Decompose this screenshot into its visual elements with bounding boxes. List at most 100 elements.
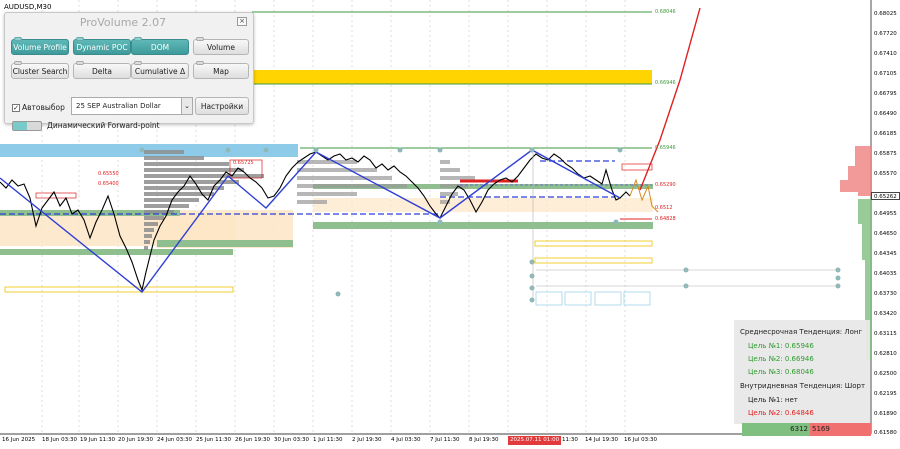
time-tick: 7 Jul 11:30: [430, 437, 460, 443]
delta-label: Delta: [91, 67, 112, 76]
price-tick: 0.67720: [874, 31, 897, 37]
dynamic-poc-label: Dynamic POC: [76, 43, 128, 52]
level-label-l7: 0.65290: [655, 182, 676, 188]
medium-target-1: Цель №1: 0.65946: [748, 342, 814, 350]
green-zone-2: [0, 249, 233, 255]
dom-label: DOM: [150, 43, 170, 52]
time-tick: 4 Jul 03:30: [391, 437, 421, 443]
close-icon[interactable]: ×: [237, 17, 247, 26]
price-tick: 0.65875: [874, 151, 897, 157]
cluster-search-button[interactable]: Cluster Search: [11, 61, 69, 79]
chart-symbol: AUDUSD,M30: [4, 3, 52, 11]
sell-volume-bar: 5169: [810, 423, 871, 436]
volume-button[interactable]: Volume: [193, 37, 249, 55]
intraday-target-1: Цель №1: нет: [748, 396, 798, 404]
price-tick: 0.68025: [874, 11, 897, 17]
time-crosshair-label: 2025.07.11 01:00: [508, 436, 562, 445]
level-label-l2: 0.66946: [655, 80, 676, 86]
price-tick: 0.62195: [874, 391, 897, 397]
yellow-zone: [252, 70, 652, 84]
toggle-knob-icon: [134, 37, 142, 41]
time-tick: 19 Jun 11:30: [80, 437, 115, 443]
level-label-l1: 0.68046: [655, 9, 676, 15]
level-label-l9: 0.6512: [655, 205, 673, 211]
time-tick: 20 Jun 19:30: [118, 437, 153, 443]
volume-label: Volume: [207, 43, 235, 52]
chevron-down-icon: ⌄: [181, 98, 192, 114]
price-tick: 0.63420: [874, 311, 897, 317]
price-tick: 0.62500: [874, 371, 897, 377]
level-label-l3: 0.65946: [655, 145, 676, 151]
current-price-tag: 0.65262: [871, 192, 900, 200]
toggle-knob-icon: [14, 61, 22, 65]
time-tick: 16 Jul 03:30: [624, 437, 657, 443]
price-tick: 0.66490: [874, 111, 897, 117]
delta-button[interactable]: Delta: [73, 61, 131, 79]
intraday-target-2: Цель №2: 0.64846: [748, 409, 814, 417]
price-tick: 0.63115: [874, 331, 897, 337]
time-tick: 14 Jul 19:30: [585, 437, 618, 443]
toggle-knob-icon: [196, 61, 204, 65]
cluster-search-label: Cluster Search: [12, 67, 68, 76]
time-tick: 8 Jul 19:30: [469, 437, 499, 443]
forward-point-label: Динамический Forward-point: [47, 121, 160, 130]
level-label-l4: 0.65550: [98, 171, 119, 177]
time-tick: 24 Jun 03:30: [157, 437, 192, 443]
intraday-trend-title: Внутридневная Тенденция: Шорт: [740, 382, 866, 390]
cumulative-delta-label: Cumulative Δ: [134, 67, 186, 76]
price-tick: 0.66795: [874, 91, 897, 97]
volume-profile-label: Volume Profile: [13, 43, 67, 52]
dom-sell-bars: [840, 146, 871, 196]
dynamic-poc-button[interactable]: Dynamic POC: [73, 37, 131, 55]
forecast-red: [639, 7, 701, 191]
auto-select-checkbox[interactable]: ✓ Автовыбор: [12, 103, 65, 112]
toggle-knob-icon: [76, 37, 84, 41]
price-tick: 0.64035: [874, 271, 897, 277]
price-tick: 0.67410: [874, 51, 897, 57]
auto-select-label: Автовыбор: [22, 103, 65, 112]
buy-volume-bar: 6312: [742, 423, 810, 436]
trend-info-box: Среднесрочная Тенденция: Лонг Цель №1: 0…: [734, 320, 870, 424]
check-icon: ✓: [12, 104, 20, 112]
toggle-knob-icon: [134, 61, 142, 65]
dom-button[interactable]: DOM: [131, 37, 189, 55]
green-zone-4: [313, 222, 653, 229]
price-tick: 0.62810: [874, 351, 897, 357]
price-tick: 0.61580: [874, 430, 897, 436]
volume-profile-button[interactable]: Volume Profile: [11, 37, 69, 55]
price-tick: 0.61890: [874, 411, 897, 417]
toggle-knob-icon: [14, 37, 22, 41]
medium-target-2: Цель №2: 0.66946: [748, 355, 814, 363]
toggle-knob-icon: [196, 37, 204, 41]
instrument-select[interactable]: 25 SEP Australian Dollar ⌄: [71, 97, 193, 115]
time-tick: 1 Jul 11:30: [313, 437, 343, 443]
price-tick: 0.63730: [874, 291, 897, 297]
price-tick: 0.64345: [874, 251, 897, 257]
level-label-l5: 0.65400: [98, 181, 119, 187]
price-tick: 0.67105: [874, 71, 897, 77]
level-label-l6: 0.65725: [233, 160, 254, 166]
level-label-l8: 0.64828: [655, 216, 676, 222]
price-tick: 0.65570: [874, 171, 897, 177]
toggle-knob-icon: [76, 61, 84, 65]
time-tick: 11:30: [562, 437, 578, 443]
time-tick: 25 Jun 11:30: [196, 437, 231, 443]
forward-point-toggle[interactable]: [12, 121, 42, 131]
provolume-panel[interactable]: ProVolume 2.07 × Volume Profile Dynamic …: [4, 12, 254, 131]
time-tick: 18 Jun 03:30: [42, 437, 77, 443]
panel-title: ProVolume 2.07: [79, 16, 167, 29]
map-label: Map: [213, 67, 229, 76]
cumulative-delta-button[interactable]: Cumulative Δ: [131, 61, 189, 79]
price-tick: 0.64955: [874, 211, 897, 217]
time-tick: 30 Jun 03:30: [274, 437, 309, 443]
time-tick: 26 Jun 19:30: [235, 437, 270, 443]
price-tick: 0.64650: [874, 231, 897, 237]
time-tick: 2 Jul 19:30: [352, 437, 382, 443]
time-tick: 16 Jun 2025: [2, 437, 36, 443]
medium-target-3: Цель №3: 0.68046: [748, 368, 814, 376]
settings-button[interactable]: Настройки: [195, 97, 249, 115]
medium-trend-title: Среднесрочная Тенденция: Лонг: [740, 328, 863, 336]
instrument-value: 25 SEP Australian Dollar: [76, 102, 161, 110]
price-tick: 0.66185: [874, 131, 897, 137]
map-button[interactable]: Map: [193, 61, 249, 79]
